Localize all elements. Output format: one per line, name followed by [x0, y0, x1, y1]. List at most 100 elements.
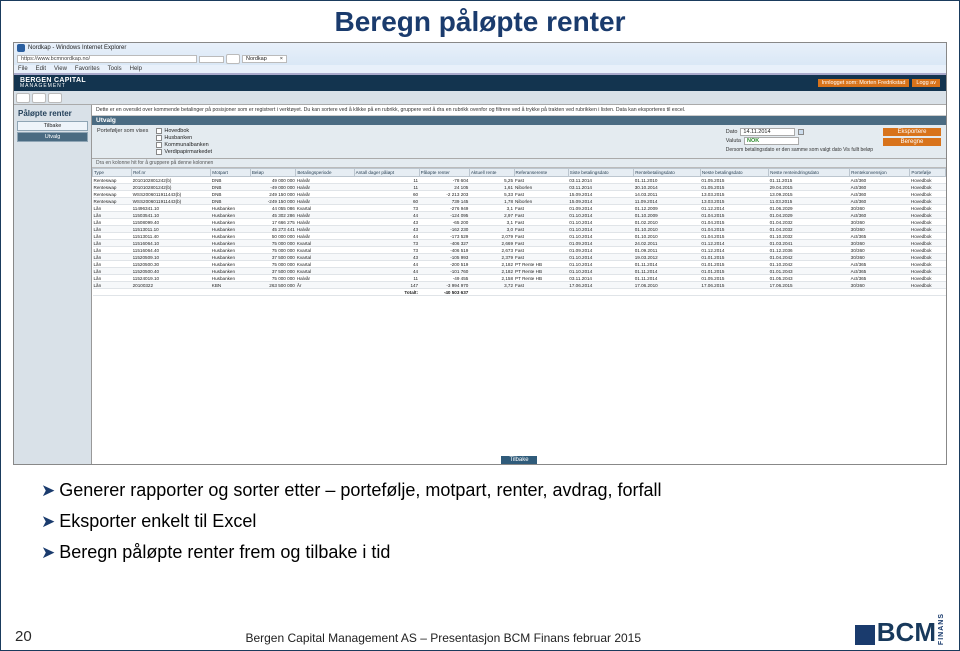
ie-menu-view[interactable]: View — [54, 66, 67, 72]
checkbox-icon[interactable] — [156, 135, 162, 141]
table-row[interactable]: Lån11520500.30Husbanken75 000 000Kvartal… — [93, 261, 946, 268]
cell: Hovedbok — [910, 254, 946, 261]
bullet-list: ➤Generer rapporter og sorter etter – por… — [41, 480, 959, 563]
table-row[interactable]: Lån11496341.10Husbanken44 055 086Kvartal… — [93, 205, 946, 212]
column-header[interactable]: Aktuell rente — [469, 169, 514, 177]
column-header[interactable]: Neste renteindringsdato — [769, 169, 850, 177]
column-header[interactable]: Ref.nr — [132, 169, 211, 177]
checkbox-icon[interactable] — [156, 142, 162, 148]
ie-menu-edit[interactable]: Edit — [36, 66, 46, 72]
slide-footer: 20 Bergen Capital Management AS – Presen… — [1, 613, 959, 645]
cell: 01.05.2015 — [700, 184, 768, 191]
cell: 01.04.2032 — [769, 219, 850, 226]
cell: 01.10.2014 — [568, 268, 633, 275]
cell: 03.11.2014 — [568, 184, 633, 191]
cell: Kvartal — [296, 205, 354, 212]
tab-close-icon[interactable]: × — [280, 56, 283, 62]
column-header[interactable]: Type — [93, 169, 132, 177]
table-row[interactable]: Lån11503541.10Husbanken45 302 286Halvår4… — [93, 212, 946, 219]
table-row[interactable]: Lån11516064.40Husbanken75 000 000Kvartal… — [93, 247, 946, 254]
cell: 30/360 — [850, 219, 910, 226]
eksportere-button[interactable]: Eksportere — [883, 128, 941, 136]
cell: Hovedbok — [910, 205, 946, 212]
table-row[interactable]: Lån20100322KBN263 500 000År147-3 994 970… — [93, 282, 946, 289]
column-header[interactable]: Beløp — [250, 169, 296, 177]
cell: 2,97 — [469, 212, 514, 219]
table-row[interactable]: Lån11516064.10Husbanken75 000 000Kvartal… — [93, 240, 946, 247]
cell: Husbanken — [211, 205, 251, 212]
cell: 29.04.2015 — [769, 184, 850, 191]
cell: Kvartal — [296, 240, 354, 247]
table-row[interactable]: Lån11520500.40Husbanken37 500 000Kvartal… — [93, 268, 946, 275]
ie-menu-file[interactable]: File — [18, 66, 28, 72]
cell: 13.03.2015 — [700, 191, 768, 198]
dato-input[interactable]: 14.11.2014 — [740, 128, 795, 136]
column-header[interactable]: Påløpte renter — [419, 169, 469, 177]
checkbox-icon[interactable] — [156, 149, 162, 155]
table-row[interactable]: Renteswap2010102801242(b)DNB49 000 000Ha… — [93, 177, 946, 184]
cell: Niborlen — [514, 198, 568, 205]
portfolio-option[interactable]: Kommunalbanken — [156, 142, 212, 148]
address-bar[interactable]: https://www.bcmnordkap.no/ — [17, 55, 197, 63]
data-grid[interactable]: TypeRef.nrMotpartBeløpBetalingsperiodeAn… — [92, 168, 946, 296]
column-header[interactable]: Rentekonvensjon — [850, 169, 910, 177]
cell: Lån — [93, 282, 132, 289]
cell: -124 095 — [419, 212, 469, 219]
cell: Husbanken — [211, 212, 251, 219]
cell: Lån — [93, 219, 132, 226]
column-header[interactable]: Referanserente — [514, 169, 568, 177]
table-row[interactable]: Renteswap2010102801242(b)DNB-49 000 000H… — [93, 184, 946, 191]
table-row[interactable]: Lån11520509.10Husbanken37 500 000Kvartal… — [93, 254, 946, 261]
table-row[interactable]: Lån11524019.10Husbanken75 000 000Halvår1… — [93, 275, 946, 282]
beregne-button[interactable]: Beregne — [883, 138, 941, 146]
calendar-icon[interactable] — [798, 129, 804, 135]
nav-print-icon[interactable] — [48, 93, 62, 103]
portfolio-option[interactable]: Hovedbok — [156, 128, 212, 134]
sidebar-tilbake-button[interactable]: Tilbake — [17, 121, 88, 131]
portfolio-option[interactable]: Husbanken — [156, 135, 212, 141]
table-row[interactable]: Lån11513011.40Husbanken50 000 000Halvår4… — [93, 233, 946, 240]
search-box[interactable] — [199, 56, 224, 63]
ie-menu-help[interactable]: Help — [130, 66, 142, 72]
cell: 11 — [354, 275, 419, 282]
column-header[interactable]: Betalingsperiode — [296, 169, 354, 177]
portfolio-option[interactable]: Verdipapirmarkedet — [156, 149, 212, 155]
cell: 37 500 000 — [250, 254, 296, 261]
table-row[interactable]: Lån11513011.10Husbanken45 273 441Halvår4… — [93, 226, 946, 233]
sidebar-utvalg-button[interactable]: Utvalg — [17, 132, 88, 142]
cell: Lån — [93, 261, 132, 268]
refresh-icon[interactable] — [226, 54, 240, 64]
column-header[interactable]: Rentebetalingsdato — [634, 169, 701, 177]
cell: 01.03.2041 — [769, 240, 850, 247]
cell: Hovedbok — [910, 212, 946, 219]
cell: 3,1 — [469, 205, 514, 212]
group-hint: Dra en kolonne hit for å gruppere på den… — [92, 159, 946, 168]
cell: 01.10.2042 — [769, 261, 850, 268]
logoff-button[interactable]: Logg av — [912, 79, 940, 87]
column-header[interactable]: Motpart — [211, 169, 251, 177]
browser-tab[interactable]: Nordkap × — [242, 55, 287, 63]
column-header[interactable]: Siste betalingsdato — [568, 169, 633, 177]
valuta-input[interactable]: NOK — [744, 137, 799, 145]
cell: Husbanken — [211, 233, 251, 240]
nav-back-icon[interactable] — [16, 93, 30, 103]
ie-menu-tools[interactable]: Tools — [108, 66, 122, 72]
cell: Husbanken — [211, 275, 251, 282]
nav-fwd-icon[interactable] — [32, 93, 46, 103]
cell: 19.03.2012 — [634, 254, 701, 261]
cell: Kvartal — [296, 247, 354, 254]
cell: 2,673 — [469, 247, 514, 254]
column-header[interactable]: Neste betalingsdato — [700, 169, 768, 177]
table-row[interactable]: RenteswapWSS2006011911443(b)DNB249 150 0… — [93, 191, 946, 198]
ie-menu-favorites[interactable]: Favorites — [75, 66, 100, 72]
column-header[interactable]: Antall dager påløpt — [354, 169, 419, 177]
cell: Hovedbok — [910, 219, 946, 226]
checkbox-icon[interactable] — [156, 128, 162, 134]
column-header[interactable]: Portefølje — [910, 169, 946, 177]
tilbake-button[interactable]: Tilbake — [501, 456, 536, 464]
table-row[interactable]: Lån11508099.40Husbanken17 666 275Halvår4… — [93, 219, 946, 226]
table-row[interactable]: RenteswapWSS2006011911443(b)DNB-249 150 … — [93, 198, 946, 205]
cell: 2010102801242(b) — [132, 184, 211, 191]
cell: Husbanken — [211, 226, 251, 233]
cell: 11520500.40 — [132, 268, 211, 275]
